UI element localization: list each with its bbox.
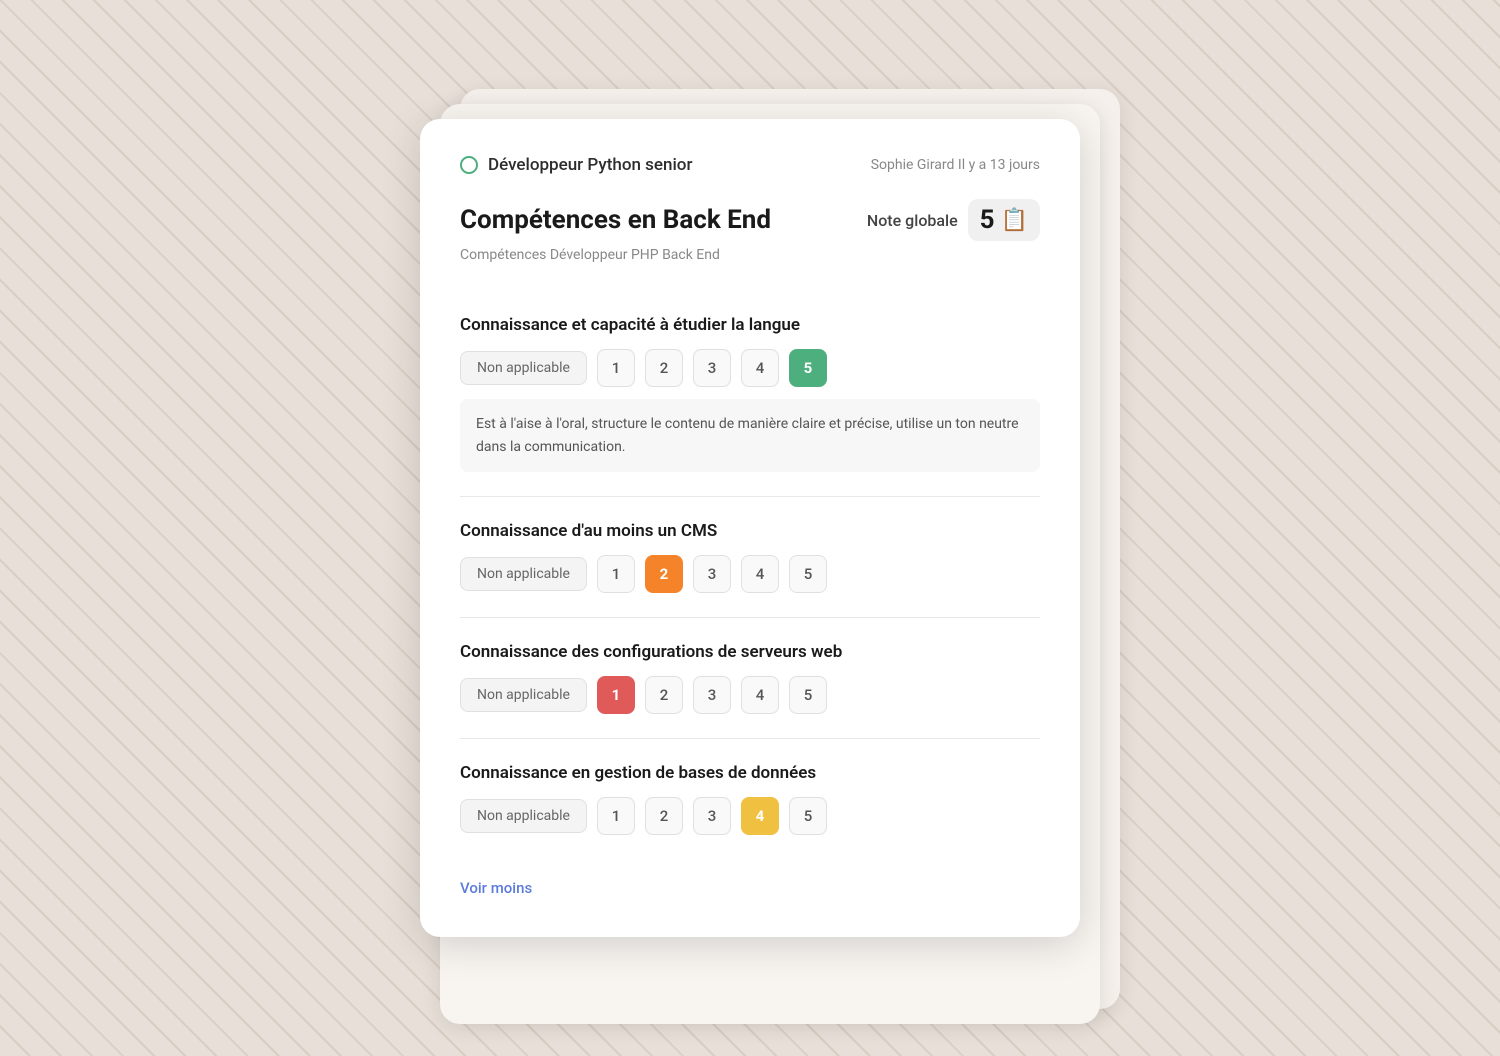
rating-row-1: Non applicable 1 2 3 4 5 xyxy=(460,349,1040,387)
rating-btn-3-4[interactable]: 4 xyxy=(741,676,779,714)
rating-btn-4-4[interactable]: 4 xyxy=(741,797,779,835)
rating-btn-1-5[interactable]: 5 xyxy=(789,349,827,387)
na-button-1[interactable]: Non applicable xyxy=(460,351,587,385)
section-title-row: Compétences en Back End Note globale 5 📋 xyxy=(460,199,1040,241)
rating-btn-3-1[interactable]: 1 xyxy=(597,676,635,714)
card-header: Développeur Python senior Sophie Girard … xyxy=(460,155,1040,175)
rating-btn-2-5[interactable]: 5 xyxy=(789,555,827,593)
rating-btn-3-2[interactable]: 2 xyxy=(645,676,683,714)
na-button-2[interactable]: Non applicable xyxy=(460,557,587,591)
competency-name-4: Connaissance en gestion de bases de donn… xyxy=(460,763,1040,783)
competency-name-3: Connaissance des configurations de serve… xyxy=(460,642,1040,662)
competency-block-2: Connaissance d'au moins un CMS Non appli… xyxy=(460,497,1040,618)
main-card: Développeur Python senior Sophie Girard … xyxy=(420,119,1080,937)
rating-btn-1-3[interactable]: 3 xyxy=(693,349,731,387)
card-stack: Développeur Python senior Sophie Girard … xyxy=(420,119,1080,937)
rating-btn-2-2[interactable]: 2 xyxy=(645,555,683,593)
job-title: Développeur Python senior xyxy=(488,155,692,175)
rating-btn-1-4[interactable]: 4 xyxy=(741,349,779,387)
status-dot-icon xyxy=(460,156,478,174)
competency-block-1: Connaissance et capacité à étudier la la… xyxy=(460,291,1040,497)
na-button-4[interactable]: Non applicable xyxy=(460,799,587,833)
voir-moins-button[interactable]: Voir moins xyxy=(460,879,532,897)
rating-btn-2-1[interactable]: 1 xyxy=(597,555,635,593)
note-value-box: 5 📋 xyxy=(968,199,1040,241)
rating-btn-4-3[interactable]: 3 xyxy=(693,797,731,835)
competency-block-3: Connaissance des configurations de serve… xyxy=(460,618,1040,739)
section-subtitle: Compétences Développeur PHP Back End xyxy=(460,247,1040,263)
competency-name-2: Connaissance d'au moins un CMS xyxy=(460,521,1040,541)
na-button-3[interactable]: Non applicable xyxy=(460,678,587,712)
note-globale-label: Note globale xyxy=(867,211,958,230)
rating-row-2: Non applicable 1 2 3 4 5 xyxy=(460,555,1040,593)
comment-box-1: Est à l'aise à l'oral, structure le cont… xyxy=(460,399,1040,472)
rating-row-3: Non applicable 1 2 3 4 5 xyxy=(460,676,1040,714)
rating-btn-3-3[interactable]: 3 xyxy=(693,676,731,714)
rating-btn-3-5[interactable]: 5 xyxy=(789,676,827,714)
meta-info: Sophie Girard Il y a 13 jours xyxy=(871,157,1040,173)
section-main-title: Compétences en Back End xyxy=(460,205,771,235)
note-number: 5 xyxy=(980,205,995,235)
competency-block-4: Connaissance en gestion de bases de donn… xyxy=(460,739,1040,859)
rating-btn-4-5[interactable]: 5 xyxy=(789,797,827,835)
competency-name-1: Connaissance et capacité à étudier la la… xyxy=(460,315,1040,335)
clipboard-icon: 📋 xyxy=(1001,208,1028,233)
rating-btn-2-3[interactable]: 3 xyxy=(693,555,731,593)
rating-btn-4-1[interactable]: 1 xyxy=(597,797,635,835)
rating-btn-1-1[interactable]: 1 xyxy=(597,349,635,387)
rating-btn-2-4[interactable]: 4 xyxy=(741,555,779,593)
rating-row-4: Non applicable 1 2 3 4 5 xyxy=(460,797,1040,835)
rating-btn-4-2[interactable]: 2 xyxy=(645,797,683,835)
job-title-row: Développeur Python senior xyxy=(460,155,692,175)
note-globale: Note globale 5 📋 xyxy=(867,199,1040,241)
rating-btn-1-2[interactable]: 2 xyxy=(645,349,683,387)
